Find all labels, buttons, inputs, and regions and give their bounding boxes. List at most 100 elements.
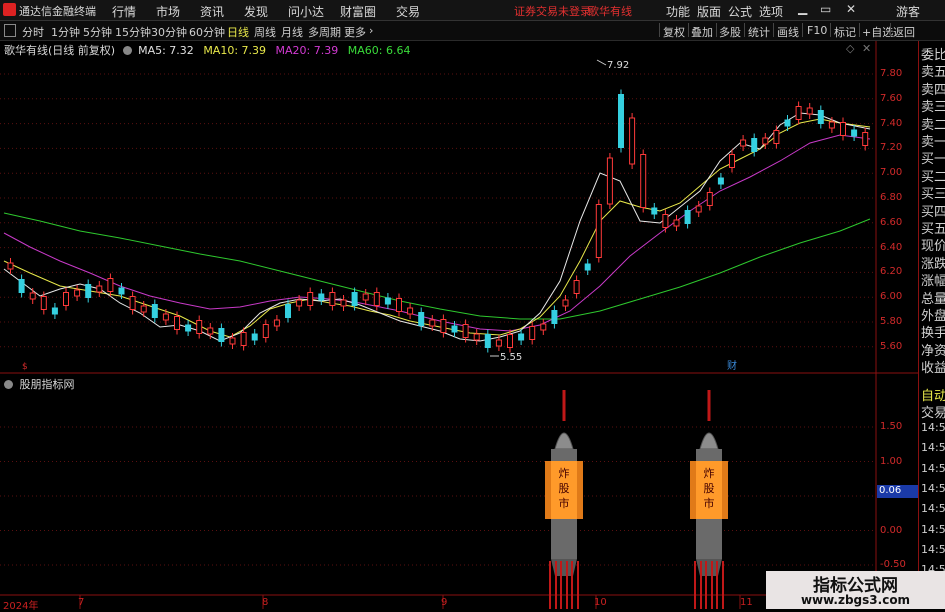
menu-item-caifuquan[interactable]: 财富圈 [340,3,376,20]
menu-item-faxian[interactable]: 发现 [244,3,268,20]
login-status[interactable]: 证券交易未登录 [514,3,591,19]
candlestick[interactable] [529,321,536,345]
candlestick[interactable] [640,149,647,213]
candlestick[interactable] [318,289,325,305]
candlestick[interactable] [673,215,680,231]
chart-close-icon[interactable]: ✕ [862,42,871,55]
candlestick[interactable] [107,273,114,297]
period-tab-more[interactable]: 更多 [344,24,366,40]
f10-button[interactable]: F10 [807,24,827,37]
candlestick[interactable] [340,295,347,311]
candlestick[interactable] [484,329,491,353]
menu-item-gongshi[interactable]: 公式 [728,3,752,20]
fuquan-button[interactable]: 复权 [663,24,685,40]
candlestick[interactable] [74,285,81,301]
candlestick[interactable] [407,303,414,319]
tab-trade[interactable]: 交易 [921,402,945,421]
candlestick[interactable] [129,291,136,315]
period-tab-day[interactable]: 日线 [227,24,249,40]
huaxian-button[interactable]: 画线 [777,24,799,40]
candlestick[interactable] [273,315,280,331]
candlestick[interactable] [185,320,192,336]
candlestick[interactable] [307,287,314,311]
close-icon[interactable]: ✕ [846,2,856,16]
biaoji-button[interactable]: 标记 [834,24,856,40]
period-tab-fenshi[interactable]: 分时 [22,24,44,40]
candlestick[interactable] [606,153,613,209]
candlestick[interactable] [174,311,180,335]
candlestick[interactable] [384,293,391,309]
candlestick[interactable] [362,289,369,305]
menu-item-shichang[interactable]: 市场 [156,3,180,20]
candlestick[interactable] [440,314,447,338]
candlestick[interactable] [618,89,624,153]
period-tab-5min[interactable]: 5分钟 [83,24,112,40]
menu-item-xuanxiang[interactable]: 选项 [759,3,783,20]
menu-item-zixun[interactable]: 资讯 [200,3,224,20]
add-watchlist-button[interactable]: +自选 [862,24,893,40]
minimize-icon[interactable]: ▁ [798,1,807,15]
candlestick[interactable] [584,259,591,275]
candlestick[interactable] [706,187,713,211]
candlestick[interactable] [151,299,158,323]
diejia-button[interactable]: 叠加 [691,24,713,40]
candlestick[interactable] [196,315,203,339]
menu-item-banmian[interactable]: 版面 [697,3,721,20]
candlestick[interactable] [85,279,92,303]
candlestick[interactable] [218,323,225,347]
candlestick[interactable] [851,125,858,141]
collapse-icon[interactable] [122,46,132,55]
back-button[interactable]: 返回 [893,24,915,40]
candlestick[interactable] [573,275,580,299]
chevron-right-icon[interactable]: › [369,24,373,37]
period-tab-60min[interactable]: 60分钟 [189,24,225,40]
candlestick[interactable] [473,329,480,345]
candlestick[interactable] [18,274,25,298]
candlestick[interactable] [595,199,602,263]
period-tab-1min[interactable]: 1分钟 [51,24,80,40]
user-label[interactable]: 游客 [896,3,920,20]
candlestick[interactable] [717,173,724,189]
candlestick[interactable] [662,209,669,233]
tongji-button[interactable]: 统计 [748,24,770,40]
candlestick[interactable] [773,125,780,149]
quote-side-panel[interactable]: 委比 卖五 卖四 卖三 卖二 卖一 买一 买二 买三 买四 买五 现价 涨跌 涨幅 总量 外盘 换手 净资 收益 自动… [918,41,945,609]
toolbar-left-icon[interactable] [4,24,16,37]
sub-collapse-icon[interactable] [4,380,13,389]
candlestick[interactable] [329,287,336,311]
chart-area[interactable]: 7.92 5.55 $ 财 炸 股 市 炸 股 市 [0,41,918,609]
candlestick[interactable] [540,319,547,335]
candlestick[interactable] [817,105,824,129]
menu-item-jiaoyi[interactable]: 交易 [396,3,420,20]
candlestick[interactable] [51,303,58,319]
candlestick[interactable] [862,127,869,151]
candlestick[interactable] [96,281,103,297]
candlestick[interactable] [795,101,802,125]
dividend-marker[interactable]: $ [22,362,28,372]
restore-icon[interactable]: ▭ [820,2,831,16]
candlestick[interactable] [562,295,569,311]
period-tab-30min[interactable]: 30分钟 [151,24,187,40]
duogu-button[interactable]: 多股 [719,24,741,40]
candlestick[interactable] [684,205,691,229]
candlestick[interactable] [806,103,813,119]
period-tab-week[interactable]: 周线 [254,24,276,40]
candlestick[interactable] [629,113,636,169]
candlestick[interactable] [262,319,269,343]
menu-item-wenxiaoda[interactable]: 问小达 [288,3,324,20]
period-tab-month[interactable]: 月线 [281,24,303,40]
chart-settings-icon[interactable]: ◇ [846,42,854,55]
period-tab-multi[interactable]: 多周期 [308,24,341,40]
candlestick[interactable] [251,329,258,345]
candlestick[interactable] [695,201,702,217]
menu-item-gongneng[interactable]: 功能 [666,3,690,20]
candlestick[interactable] [63,287,69,311]
candlestick[interactable] [29,288,36,304]
candlestick[interactable] [729,149,735,173]
menu-item-hangqing[interactable]: 行情 [112,3,136,20]
candlestick[interactable] [7,258,14,274]
candlestick[interactable] [840,117,846,141]
candlestick[interactable] [551,305,558,329]
candlestick[interactable] [651,203,658,219]
finance-marker[interactable]: 财 [727,359,737,372]
